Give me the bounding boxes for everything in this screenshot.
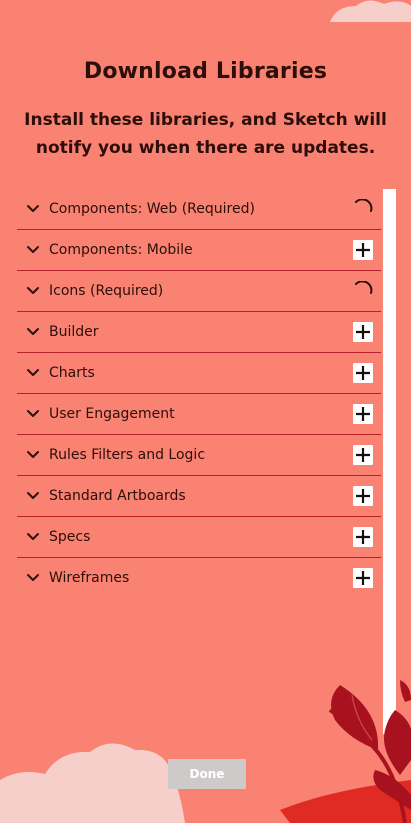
plus-icon: [356, 489, 370, 503]
library-row-standard-artboards[interactable]: Standard Artboards: [17, 476, 381, 517]
add-library-button[interactable]: [353, 322, 373, 342]
chevron-down-icon[interactable]: [26, 530, 40, 544]
plus-icon: [356, 243, 370, 257]
library-row-wireframes[interactable]: Wireframes: [17, 558, 381, 598]
add-library-button[interactable]: [353, 445, 373, 465]
plus-icon: [356, 366, 370, 380]
add-library-button[interactable]: [353, 240, 373, 260]
add-library-button[interactable]: [353, 527, 373, 547]
page-subtitle: Install these libraries, and Sketch will…: [24, 110, 387, 158]
plus-icon: [356, 325, 370, 339]
library-label: Charts: [49, 365, 95, 381]
library-row-rules-filters-logic[interactable]: Rules Filters and Logic: [17, 435, 381, 476]
library-row-components-mobile[interactable]: Components: Mobile: [17, 230, 381, 271]
chevron-down-icon[interactable]: [26, 325, 40, 339]
library-label: Rules Filters and Logic: [49, 447, 206, 463]
chevron-down-icon[interactable]: [26, 202, 40, 216]
library-row-builder[interactable]: Builder: [17, 312, 381, 353]
library-label: User Engagement: [49, 406, 175, 422]
library-row-user-engagement[interactable]: User Engagement: [17, 394, 381, 435]
add-library-button[interactable]: [353, 486, 373, 506]
library-row-specs[interactable]: Specs: [17, 517, 381, 558]
library-label: Components: Web (Required): [49, 201, 255, 217]
plus-icon: [356, 530, 370, 544]
plus-icon: [356, 571, 370, 585]
library-row-charts[interactable]: Charts: [17, 353, 381, 394]
chevron-down-icon[interactable]: [26, 489, 40, 503]
add-library-button[interactable]: [353, 568, 373, 588]
chevron-down-icon[interactable]: [26, 366, 40, 380]
chevron-down-icon[interactable]: [26, 243, 40, 257]
spinner-icon: [353, 280, 373, 301]
library-label: Standard Artboards: [49, 488, 186, 504]
add-library-button[interactable]: [353, 404, 373, 424]
library-row-components-web[interactable]: Components: Web (Required): [17, 189, 381, 230]
spinner-icon: [353, 198, 373, 219]
leaves-decoration: [0, 680, 411, 823]
library-label: Components: Mobile: [49, 242, 193, 258]
library-row-icons[interactable]: Icons (Required): [17, 271, 381, 312]
chevron-down-icon[interactable]: [26, 571, 40, 585]
chevron-down-icon[interactable]: [26, 448, 40, 462]
plus-icon: [356, 448, 370, 462]
library-label: Builder: [49, 324, 99, 340]
chevron-down-icon[interactable]: [26, 284, 40, 298]
library-label: Wireframes: [49, 570, 130, 586]
page-title: Download Libraries: [83, 58, 328, 84]
add-library-button[interactable]: [353, 363, 373, 383]
done-button[interactable]: Done: [168, 759, 246, 789]
library-label: Icons (Required): [49, 283, 164, 299]
cloud-decoration-top: [330, 0, 411, 22]
plus-icon: [356, 407, 370, 421]
library-list: Components: Web (Required) Components: M…: [17, 189, 381, 598]
library-label: Specs: [49, 529, 91, 545]
chevron-down-icon[interactable]: [26, 407, 40, 421]
